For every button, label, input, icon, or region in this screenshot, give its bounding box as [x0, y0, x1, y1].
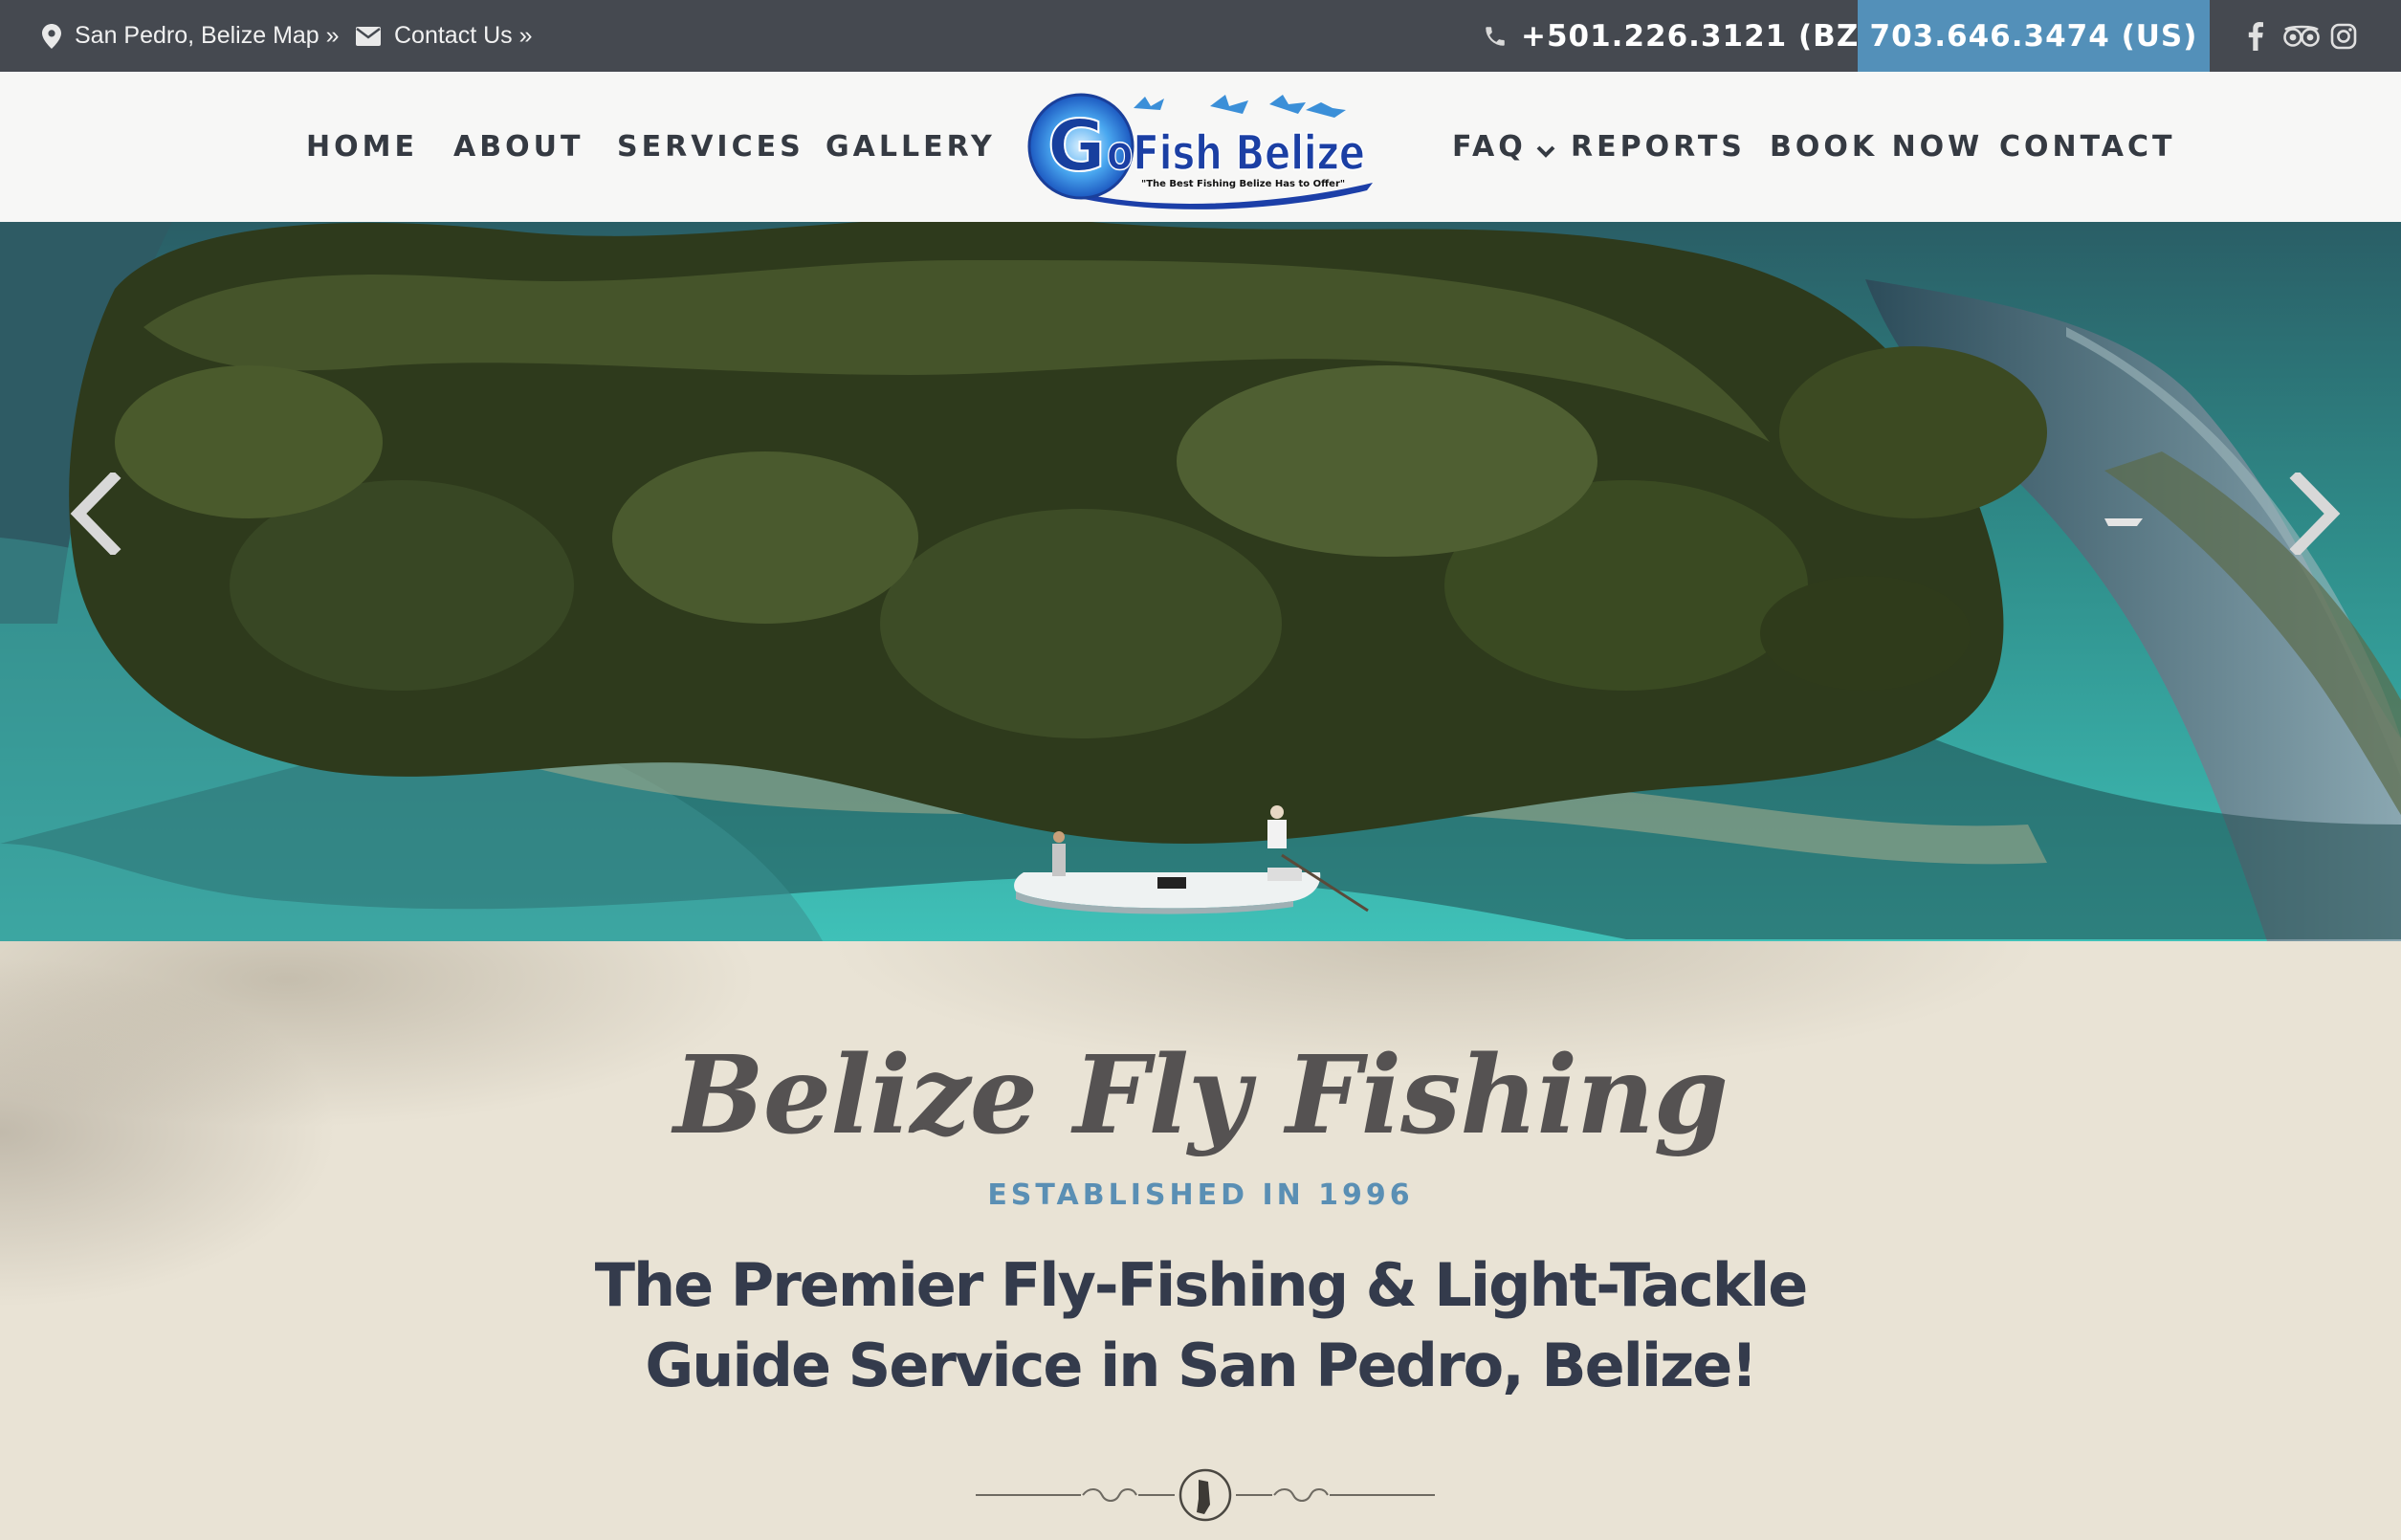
facebook-link[interactable] [2238, 19, 2273, 54]
contact-us-link[interactable]: Contact Us » [356, 0, 533, 72]
nav-book-now[interactable]: BOOK NOW [1770, 72, 1983, 222]
hero-slider [0, 222, 2401, 941]
chevron-right-icon [2289, 473, 2341, 555]
facebook-icon [2248, 22, 2263, 51]
tripadvisor-icon [2283, 25, 2320, 47]
established-label: ESTABLISHED IN 1996 [987, 1178, 1414, 1212]
chevron-left-icon [70, 473, 121, 555]
envelope-icon [356, 26, 381, 46]
nav-contact[interactable]: CONTACT [1999, 72, 2175, 222]
intro-headline: The Premier Fly-Fishing & Light-Tackle G… [483, 1245, 1918, 1406]
nav-faq-label: FAQ [1452, 130, 1527, 164]
svg-text:oFish Belize: oFish Belize [1107, 125, 1365, 181]
scroll-ornament-right-icon [1273, 1488, 1329, 1502]
hero-image [0, 222, 2401, 941]
intro-section [0, 941, 2401, 1540]
nav-about[interactable]: ABOUT [453, 72, 584, 222]
svg-text:G: G [1047, 105, 1106, 187]
headline-line-2: Guide Service in San Pedro, Belize! [645, 1331, 1757, 1400]
nav-services[interactable]: SERVICES [617, 72, 804, 222]
slider-prev-button[interactable] [57, 461, 134, 566]
ornament-divider [976, 1468, 1435, 1522]
map-pin-icon [42, 23, 61, 49]
intro-title: Belize Fly Fishing [673, 1033, 1729, 1158]
nav-reports[interactable]: REPORTS [1571, 72, 1746, 222]
location-map-link[interactable]: San Pedro, Belize Map » [42, 0, 340, 72]
phone-us-button[interactable]: 703.646.3474 (US) [1858, 0, 2210, 72]
contact-us-label: Contact Us » [394, 22, 533, 49]
chevron-down-icon [1536, 145, 1555, 158]
instagram-icon [2330, 23, 2357, 50]
phone-us-number: 703.646.3474 (US) [1869, 18, 2198, 54]
location-map-label: San Pedro, Belize Map » [75, 22, 340, 49]
headline-line-1: The Premier Fly-Fishing & Light-Tackle [594, 1250, 1809, 1320]
instagram-link[interactable] [2326, 19, 2361, 54]
phone-belize[interactable]: +501.226.3121 (BZ) [1483, 0, 1873, 72]
logo-tagline: "The Best Fishing Belize Has to Offer" [1141, 179, 1345, 189]
slider-next-button[interactable] [2277, 461, 2353, 566]
nav-gallery[interactable]: GALLERY [826, 72, 996, 222]
scroll-ornament-left-icon [1082, 1488, 1137, 1502]
phone-icon [1486, 26, 1505, 46]
gofish-belize-logo[interactable]: G oFish Belize "The Best Fishing Belize … [1019, 91, 1382, 210]
top-utility-bar: San Pedro, Belize Map » Contact Us » +50… [0, 0, 2401, 72]
tripadvisor-link[interactable] [2280, 19, 2323, 54]
nav-faq[interactable]: FAQ [1452, 72, 1555, 222]
phone-belize-number: +501.226.3121 (BZ) [1521, 18, 1874, 54]
nav-home[interactable]: HOME [306, 72, 418, 222]
